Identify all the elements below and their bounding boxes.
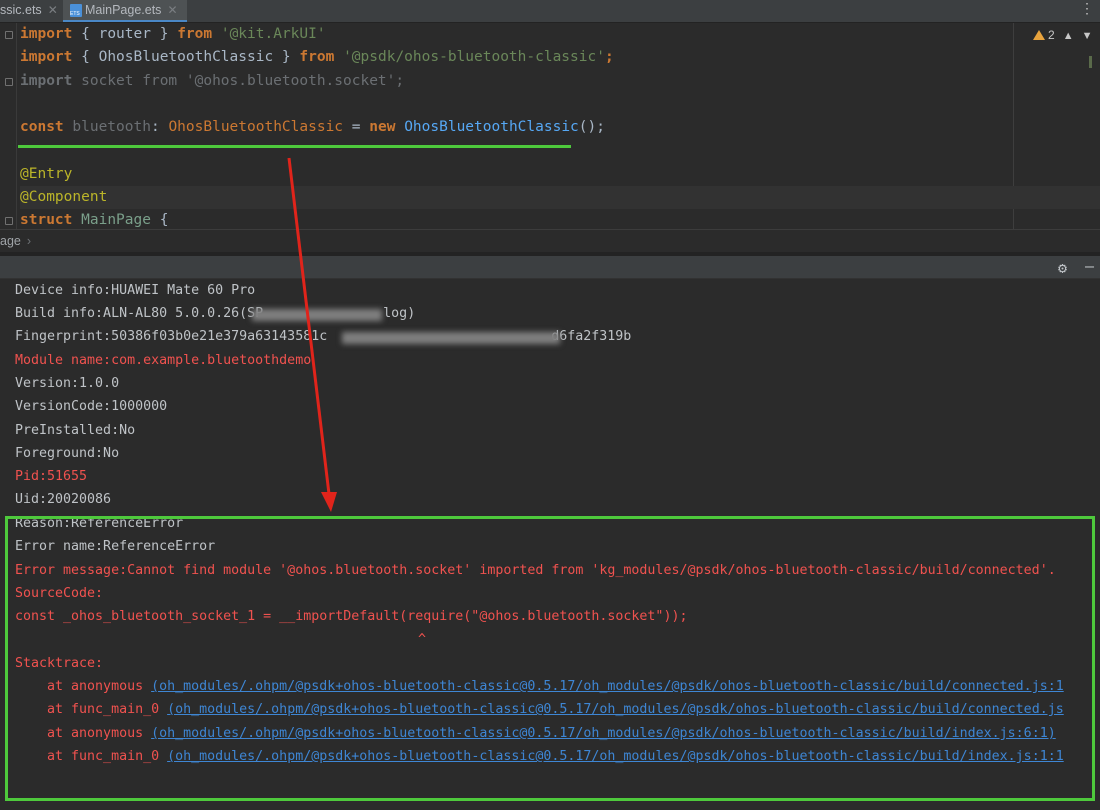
annotation-arrow xyxy=(287,157,337,512)
